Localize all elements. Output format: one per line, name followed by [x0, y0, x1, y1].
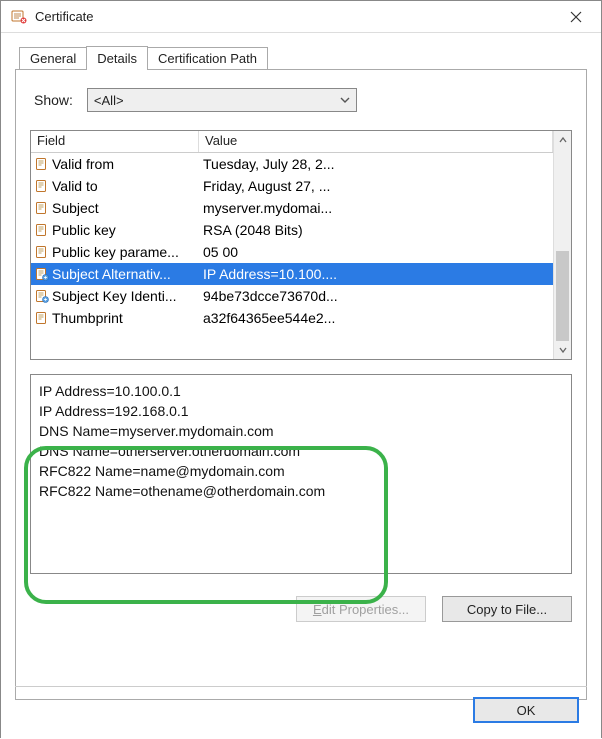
table-row[interactable]: Subject Key Identi...94be73dcce73670d...: [31, 285, 553, 307]
table-row[interactable]: Valid toFriday, August 27, ...: [31, 175, 553, 197]
close-button[interactable]: [553, 1, 599, 32]
value-cell: 05 00: [199, 244, 553, 260]
tab-details[interactable]: Details: [86, 46, 148, 70]
tabpanel-details: Show: <All> Field Value Valid fromTuesda…: [15, 69, 587, 700]
field-cell: Subject Key Identi...: [31, 288, 199, 304]
certificate-fields-listview[interactable]: Field Value Valid fromTuesday, July 28, …: [30, 130, 572, 360]
field-cell: Valid to: [31, 178, 199, 194]
button-separator: [15, 686, 587, 687]
field-detail-textbox[interactable]: IP Address=10.100.0.1 IP Address=192.168…: [30, 374, 572, 574]
column-header-value[interactable]: Value: [199, 131, 553, 152]
ok-button[interactable]: OK: [473, 697, 579, 723]
property-icon: [35, 245, 49, 259]
property-icon: [35, 201, 49, 215]
extension-icon: [35, 289, 49, 303]
field-cell: Valid from: [31, 156, 199, 172]
value-cell: 94be73dcce73670d...: [199, 288, 553, 304]
scroll-down-arrow[interactable]: [554, 341, 571, 359]
table-row[interactable]: Valid fromTuesday, July 28, 2...: [31, 153, 553, 175]
property-icon: [35, 223, 49, 237]
table-row[interactable]: Subjectmyserver.mydomai...: [31, 197, 553, 219]
field-cell: Public key: [31, 222, 199, 238]
table-row[interactable]: Subject Alternativ...IP Address=10.100..…: [31, 263, 553, 285]
show-filter-value: <All>: [94, 93, 124, 108]
value-cell: IP Address=10.100....: [199, 266, 553, 282]
property-icon: [35, 179, 49, 193]
value-cell: Friday, August 27, ...: [199, 178, 553, 194]
chevron-down-icon: [340, 93, 350, 108]
window-title: Certificate: [35, 9, 553, 24]
extension-icon: [35, 267, 49, 281]
field-cell: Subject Alternativ...: [31, 266, 199, 282]
scroll-up-arrow[interactable]: [554, 131, 571, 149]
value-cell: Tuesday, July 28, 2...: [199, 156, 553, 172]
tab-general[interactable]: General: [19, 47, 87, 69]
show-filter-combobox[interactable]: <All>: [87, 88, 357, 112]
copy-to-file-button[interactable]: Copy to File...: [442, 596, 572, 622]
property-icon: [35, 311, 49, 325]
listview-scrollbar[interactable]: [553, 131, 571, 359]
show-label: Show:: [34, 92, 73, 108]
tabstrip: General Details Certification Path: [15, 43, 587, 69]
edit-properties-button: Edit Properties...: [296, 596, 426, 622]
titlebar: Certificate: [1, 1, 601, 33]
value-cell: a32f64365ee544e2...: [199, 310, 553, 326]
scroll-thumb[interactable]: [556, 251, 569, 341]
listview-header: Field Value: [31, 131, 553, 153]
column-header-field[interactable]: Field: [31, 131, 199, 152]
tab-certification-path[interactable]: Certification Path: [147, 47, 268, 69]
value-cell: RSA (2048 Bits): [199, 222, 553, 238]
table-row[interactable]: Public key parame...05 00: [31, 241, 553, 263]
table-row[interactable]: Thumbprinta32f64365ee544e2...: [31, 307, 553, 329]
field-cell: Public key parame...: [31, 244, 199, 260]
value-cell: myserver.mydomai...: [199, 200, 553, 216]
certificate-icon: [11, 9, 27, 25]
property-icon: [35, 157, 49, 171]
table-row[interactable]: Public keyRSA (2048 Bits): [31, 219, 553, 241]
field-cell: Thumbprint: [31, 310, 199, 326]
field-cell: Subject: [31, 200, 199, 216]
